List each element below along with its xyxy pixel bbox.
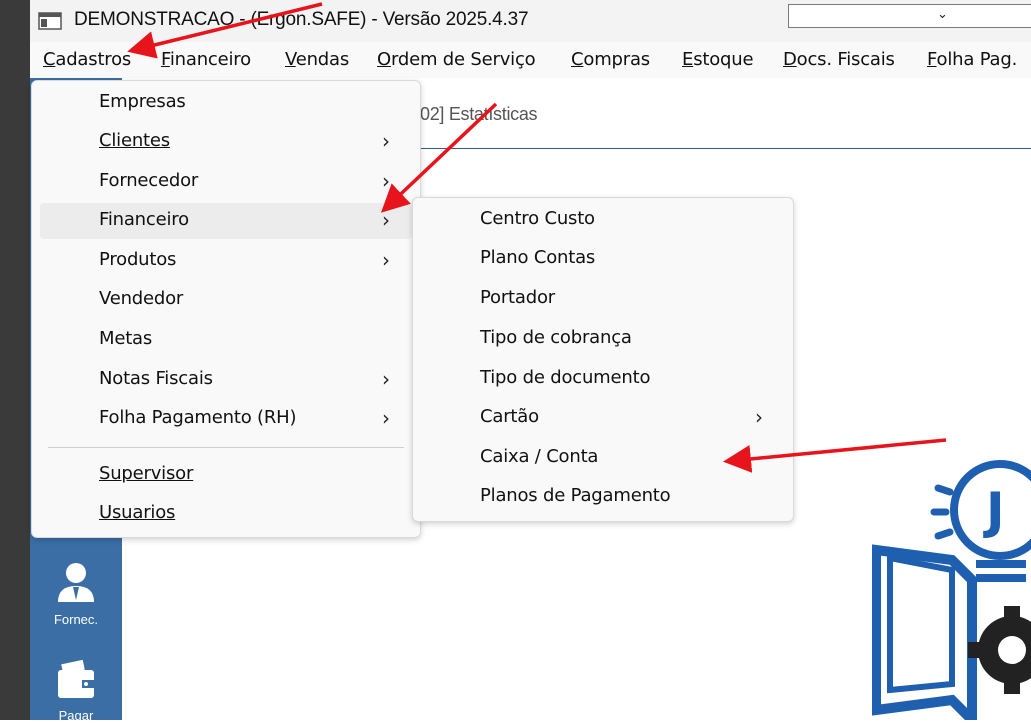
- chevron-down-icon[interactable]: ⌄: [937, 7, 948, 22]
- menu-item-label: Tipo de cobrança: [480, 327, 632, 348]
- menu-item-label: Fornecedor: [99, 170, 199, 191]
- company-combo[interactable]: ⌄: [788, 4, 1031, 28]
- submenu-item-planos-pagamento[interactable]: Planos de Pagamento: [421, 479, 785, 515]
- menu-item-label: Clientes: [99, 130, 170, 151]
- menu-item-label: Folha Pagamento (RH): [99, 407, 297, 428]
- menu-item-label: Financeiro: [99, 209, 189, 230]
- book-lightbulb-logo: J: [872, 460, 1031, 720]
- chevron-right-icon: ›: [382, 406, 390, 430]
- submenu-item-centro-custo[interactable]: Centro Custo: [421, 202, 785, 238]
- menu-bar: Cadastros Financeiro Vendas Ordem de Ser…: [30, 42, 1031, 78]
- menu-item-label: Planos de Pagamento: [480, 485, 671, 506]
- menu-docs-fiscais[interactable]: Docs. Fiscais: [783, 49, 895, 70]
- menu-item-label: Supervisor: [99, 463, 194, 484]
- menu-item-produtos[interactable]: Produtos ›: [40, 243, 412, 279]
- submenu-item-tipo-cobranca[interactable]: Tipo de cobrança: [421, 321, 785, 357]
- submenu-item-cartao[interactable]: Cartão ›: [421, 400, 785, 436]
- app-window-icon: [38, 12, 62, 30]
- title-bar: DEMONSTRACAO - (Ergon.SAFE) - Versão 202…: [30, 0, 1031, 42]
- wallet-icon: [58, 659, 94, 698]
- cadastros-menu: Empresas Clientes › Fornecedor › Finance…: [31, 80, 421, 538]
- menu-cadastros[interactable]: Cadastros: [43, 49, 131, 70]
- chevron-right-icon: ›: [755, 405, 763, 429]
- side-button-label: Fornec.: [53, 612, 99, 627]
- submenu-item-portador[interactable]: Portador: [421, 281, 785, 317]
- menu-ordem-servico[interactable]: Ordem de Serviço: [377, 49, 536, 70]
- menu-item-financeiro[interactable]: Financeiro ›: [40, 203, 412, 239]
- menu-item-label: Notas Fiscais: [99, 368, 213, 389]
- logo-letter: J: [983, 482, 1005, 540]
- side-button-pagar[interactable]: Pagar: [30, 659, 122, 723]
- side-button-fornecedor[interactable]: Fornec.: [30, 560, 122, 627]
- menu-item-metas[interactable]: Metas: [40, 322, 412, 358]
- menu-estoque[interactable]: Estoque: [682, 49, 754, 70]
- menu-item-usuarios[interactable]: Usuarios: [40, 496, 412, 532]
- menu-item-label: Caixa / Conta: [480, 446, 599, 467]
- menu-folha-pag[interactable]: Folha Pag.: [927, 49, 1017, 70]
- menu-item-label: Centro Custo: [480, 208, 595, 229]
- menu-item-label: Vendedor: [99, 288, 184, 309]
- menu-item-label: Plano Contas: [480, 247, 596, 268]
- tab-underline: [418, 148, 1031, 149]
- menu-item-notas-fiscais[interactable]: Notas Fiscais ›: [40, 362, 412, 398]
- chevron-right-icon: ›: [382, 367, 390, 391]
- menu-item-vendedor[interactable]: Vendedor: [40, 282, 412, 318]
- menu-item-clientes[interactable]: Clientes ›: [40, 124, 412, 160]
- submenu-item-plano-contas[interactable]: Plano Contas: [421, 241, 785, 277]
- window-title: DEMONSTRACAO - (Ergon.SAFE) - Versão 202…: [74, 9, 529, 30]
- menu-compras[interactable]: Compras: [571, 49, 650, 70]
- menu-separator: [48, 447, 404, 448]
- menu-financeiro[interactable]: Financeiro: [161, 49, 251, 70]
- side-button-label: Pagar: [58, 708, 94, 723]
- chevron-right-icon: ›: [382, 129, 390, 153]
- menu-item-label: Portador: [480, 287, 555, 308]
- menu-item-label: Metas: [99, 328, 153, 349]
- person-icon: [58, 563, 94, 602]
- submenu-item-tipo-documento[interactable]: Tipo de documento: [421, 361, 785, 397]
- left-dark-strip: [0, 0, 30, 720]
- menu-item-label: Produtos: [99, 249, 177, 270]
- chevron-right-icon: ›: [382, 248, 390, 272]
- menu-item-supervisor[interactable]: Supervisor: [40, 457, 412, 493]
- tab-estatisticas[interactable]: 02] Estatísticas: [420, 104, 538, 125]
- menu-item-label: Tipo de documento: [480, 367, 651, 388]
- menu-item-label: Cartão: [480, 406, 539, 427]
- chevron-right-icon: ›: [382, 169, 390, 193]
- menu-item-fornecedor[interactable]: Fornecedor ›: [40, 164, 412, 200]
- submenu-item-caixa-conta[interactable]: Caixa / Conta: [421, 440, 785, 476]
- menu-vendas[interactable]: Vendas: [285, 49, 349, 70]
- chevron-right-icon: ›: [382, 208, 390, 232]
- menu-item-empresas[interactable]: Empresas: [40, 85, 412, 121]
- menu-item-label: Empresas: [99, 91, 186, 112]
- financeiro-submenu: Centro Custo Plano Contas Portador Tipo …: [412, 197, 794, 522]
- menu-item-label: Usuarios: [99, 502, 176, 523]
- menu-item-folha-pagamento[interactable]: Folha Pagamento (RH) ›: [40, 401, 412, 437]
